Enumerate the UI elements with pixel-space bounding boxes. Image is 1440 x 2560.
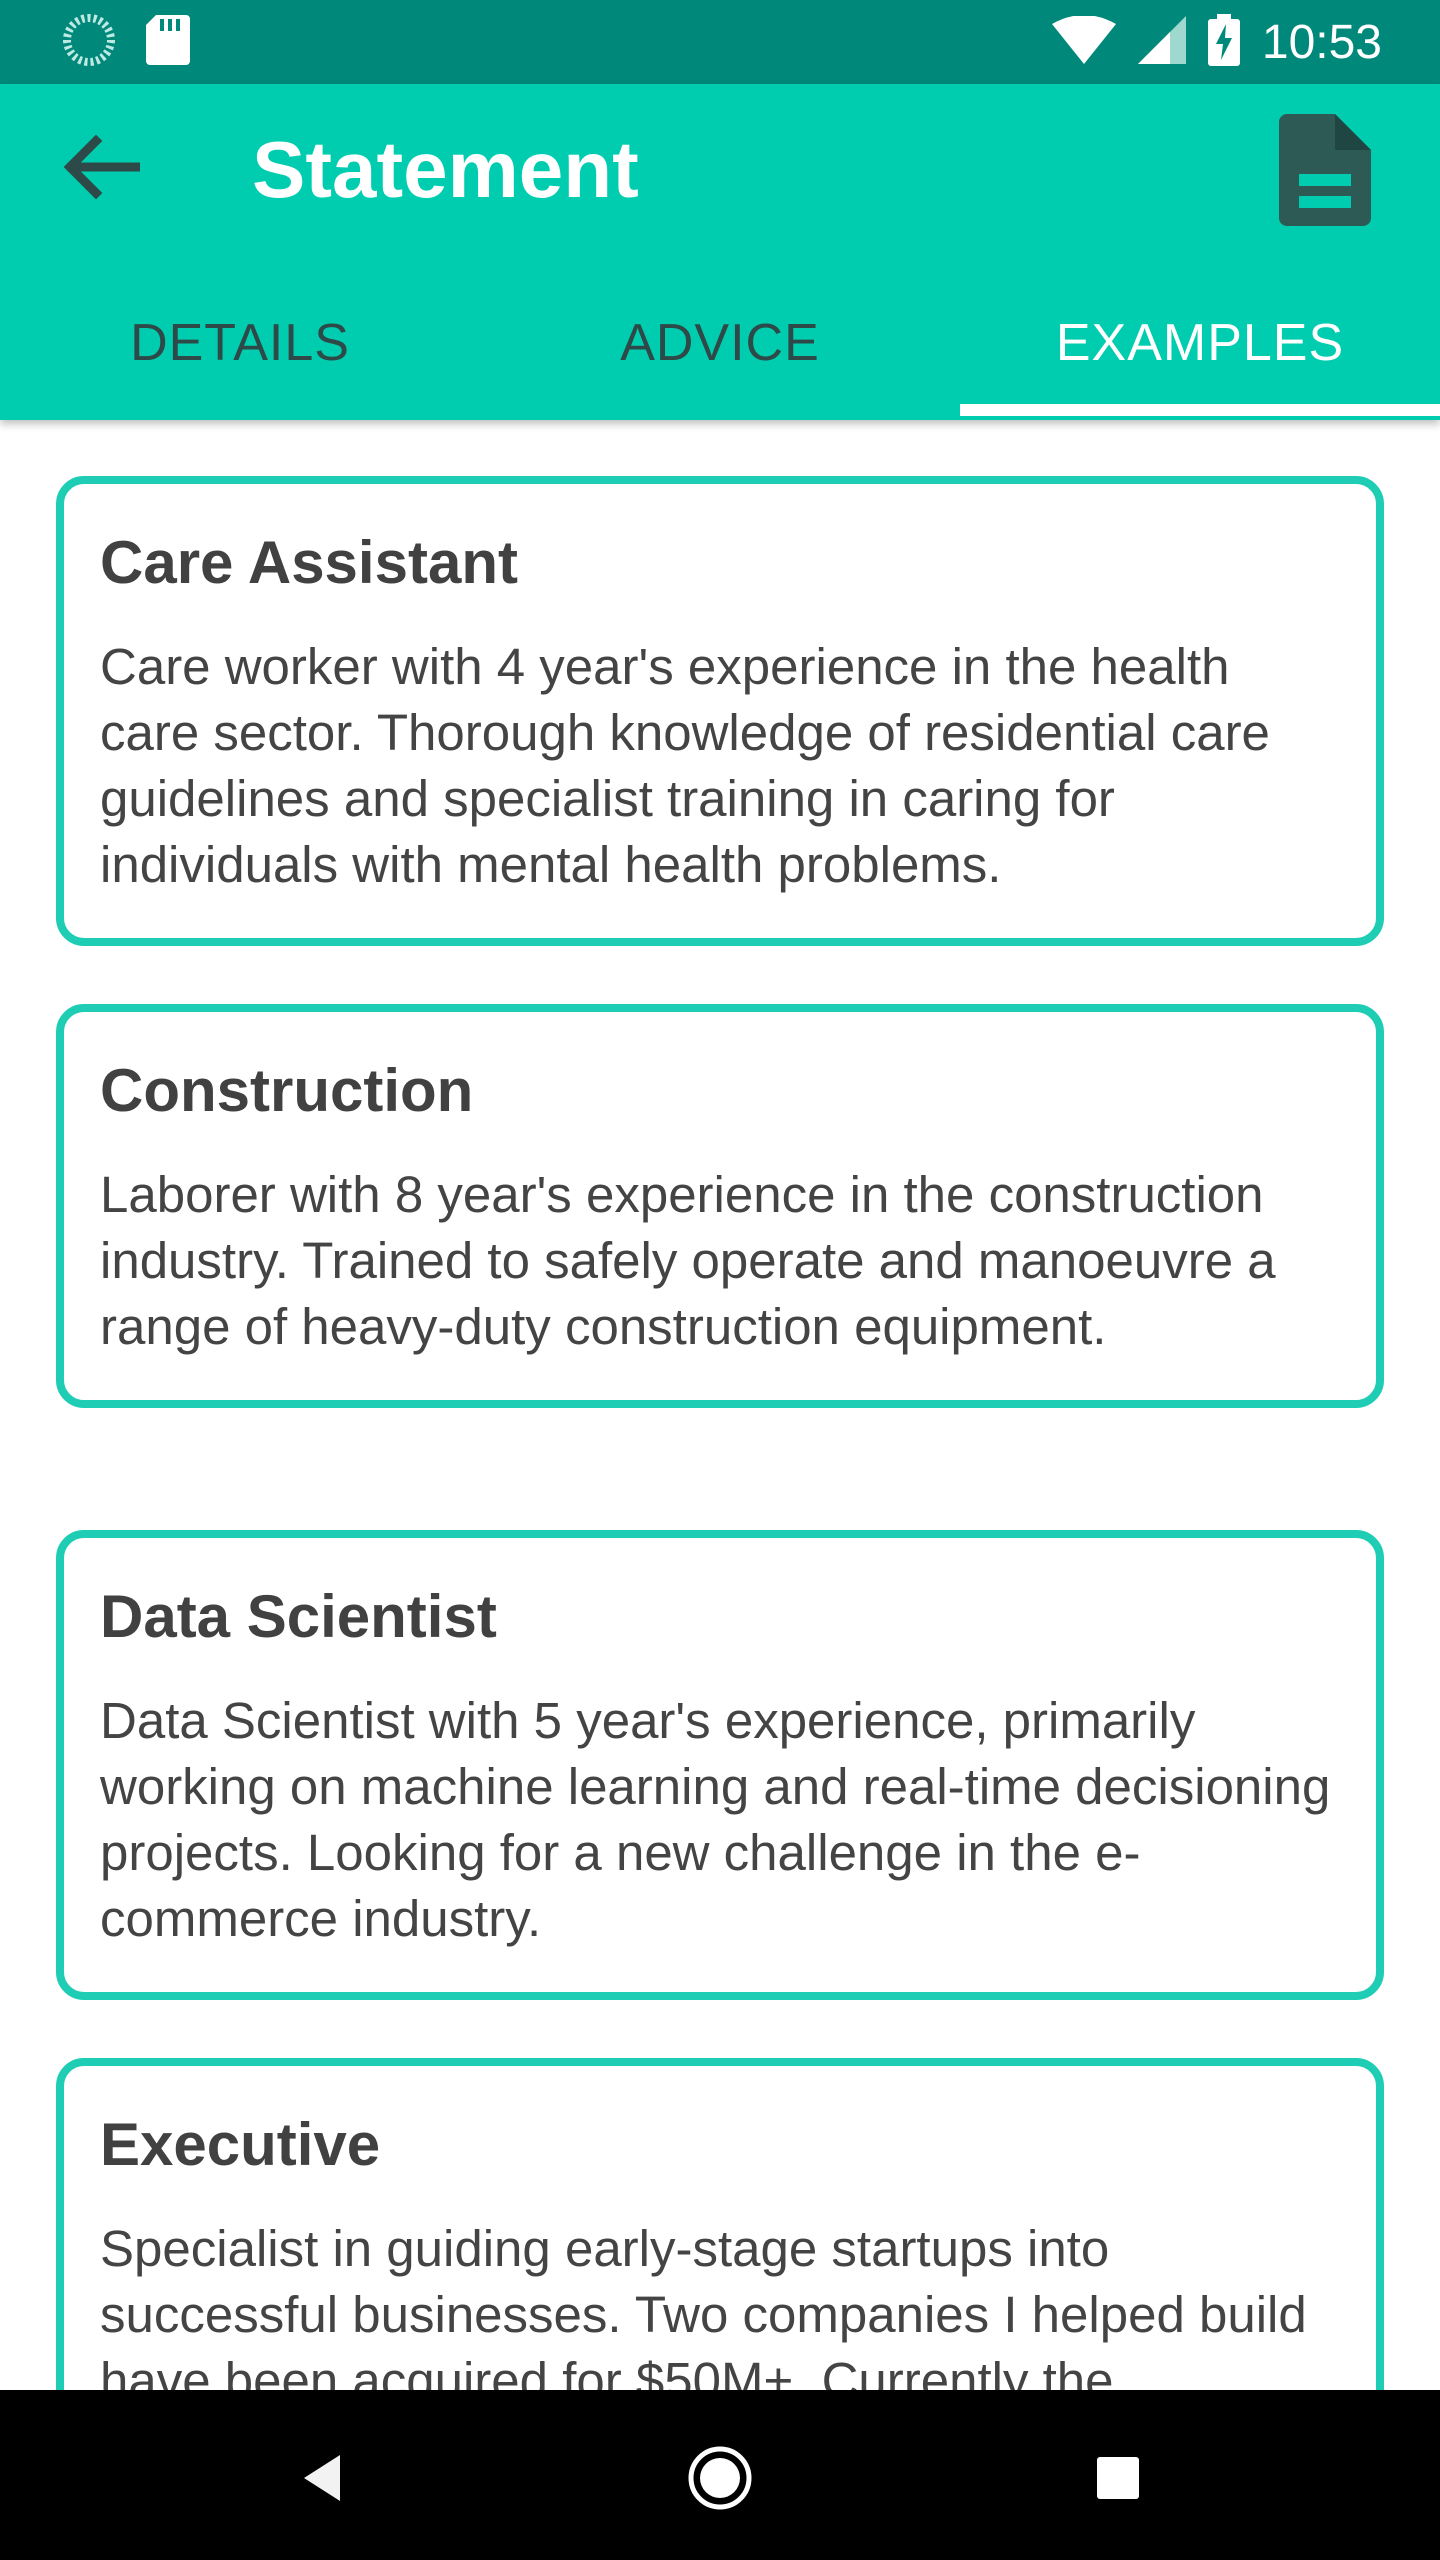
examples-list: Care Assistant Care worker with 4 year's… (0, 420, 1440, 2390)
example-card-construction[interactable]: Construction Laborer with 8 year's exper… (56, 1004, 1384, 1408)
app-bar: Statement DETAILS ADVICE EXAMPLES (0, 84, 1440, 420)
navigation-bar (0, 2390, 1440, 2560)
document-icon (1279, 113, 1371, 231)
tab-advice[interactable]: ADVICE (480, 300, 960, 386)
example-card-care-assistant[interactable]: Care Assistant Care worker with 4 year's… (56, 476, 1384, 946)
tab-details[interactable]: DETAILS (0, 300, 480, 386)
loading-icon (62, 13, 116, 72)
example-title: Data Scientist (100, 1583, 497, 1650)
home-circle-icon (686, 2444, 754, 2517)
example-title: Executive (100, 2111, 381, 2178)
arrow-back-icon (60, 132, 141, 207)
signal-icon (1137, 15, 1186, 69)
wifi-icon (1051, 14, 1116, 69)
back-triangle-icon (300, 2453, 344, 2508)
example-card-data-scientist[interactable]: Data Scientist Data Scientist with 5 yea… (56, 1530, 1384, 2000)
status-time: 10:53 (1261, 15, 1382, 69)
toolbar: Statement (0, 84, 1440, 254)
sd-card-icon (146, 14, 190, 70)
nav-recents-button[interactable] (1068, 2430, 1168, 2530)
example-body: Data Scientist with 5 year's experience,… (100, 1692, 1331, 1947)
example-card-executive[interactable]: Executive Specialist in guiding early-st… (56, 2058, 1384, 2390)
tab-examples[interactable]: EXAMPLES (960, 300, 1440, 386)
example-body: Laborer with 8 year's experience in the … (100, 1166, 1276, 1355)
battery-charging-icon (1207, 13, 1240, 71)
example-title: Construction (100, 1057, 474, 1124)
example-body: Specialist in guiding early-stage startu… (100, 2220, 1307, 2390)
tab-indicator (960, 404, 1440, 416)
recents-square-icon (1095, 2455, 1141, 2506)
nav-home-button[interactable] (670, 2430, 770, 2530)
status-bar: 10:53 (0, 0, 1440, 84)
example-body: Care worker with 4 year's experience in … (100, 638, 1270, 893)
nav-back-button[interactable] (272, 2430, 372, 2530)
page-title: Statement (252, 125, 639, 214)
document-button[interactable] (1270, 112, 1380, 232)
example-title: Care Assistant (100, 529, 518, 596)
back-button[interactable] (50, 124, 150, 214)
